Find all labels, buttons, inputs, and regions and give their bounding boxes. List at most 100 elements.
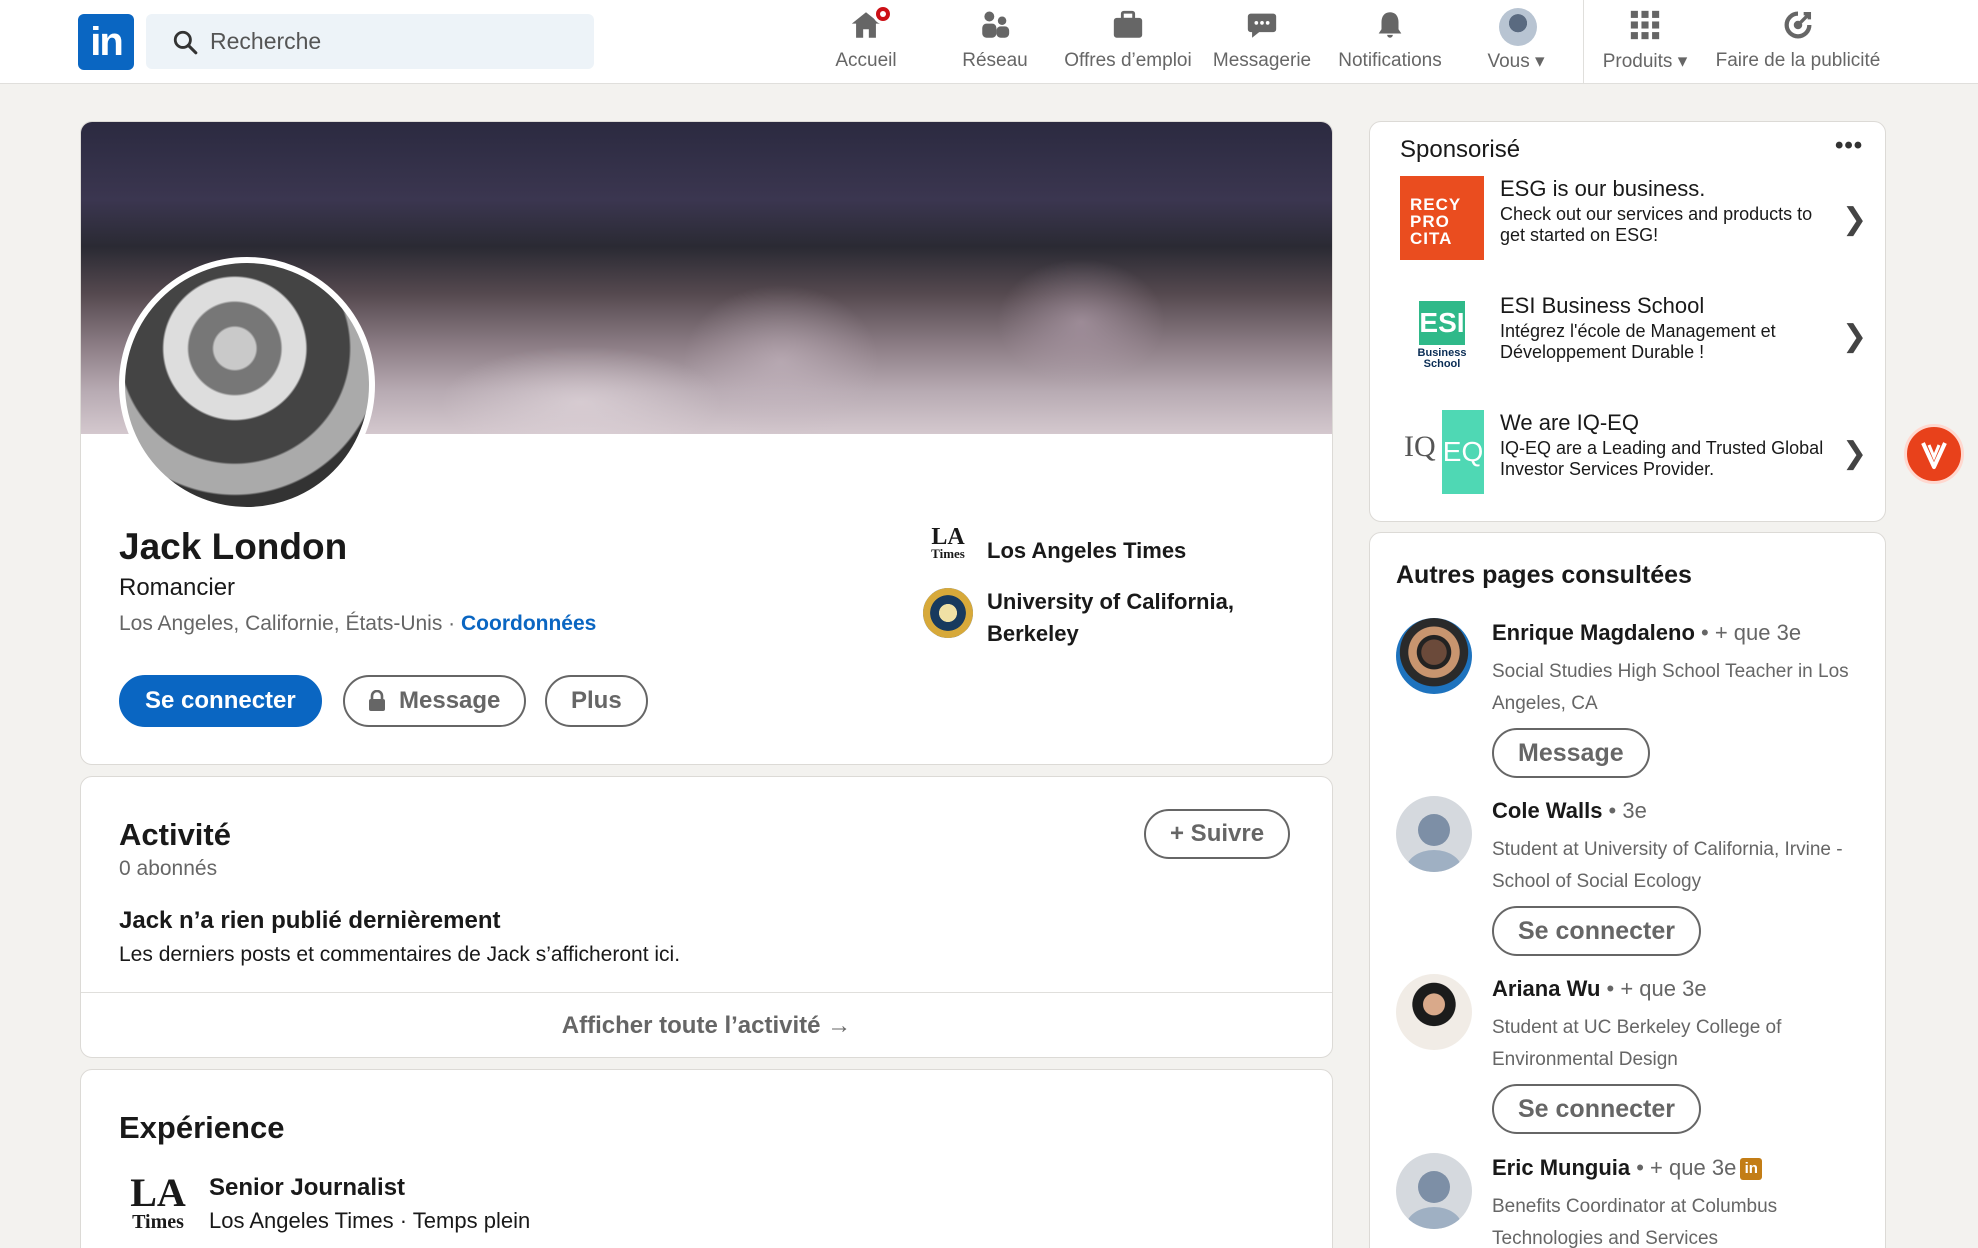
ad-headline: ESG is our business.	[1500, 176, 1706, 201]
ad-item[interactable]: IQ EQ We are IQ-EQ IQ-EQ are a Leading a…	[1400, 410, 1870, 500]
person-headline: Benefits Coordinator at Columbus Technol…	[1492, 1196, 1778, 1248]
more-button[interactable]: Plus	[545, 675, 648, 727]
profile-photo[interactable]	[119, 257, 375, 513]
search-box[interactable]	[146, 14, 594, 69]
search-input[interactable]	[210, 14, 580, 69]
leaf-icon	[1921, 442, 1947, 469]
nav-advertise-label: Faire de la publicité	[1715, 50, 1881, 71]
org-current-company[interactable]: Los Angeles Times	[987, 535, 1186, 567]
person-name: Cole Walls	[1492, 798, 1603, 823]
ad-logo-text: ESI	[1419, 301, 1465, 345]
connection-degree: • + que 3e	[1600, 976, 1707, 1001]
premium-badge-icon: in	[1740, 1158, 1763, 1181]
sponsored-title: Sponsorisé	[1400, 136, 1521, 163]
people-also-viewed-title: Autres pages consultées	[1396, 561, 1692, 589]
profile-location-line: Los Angeles, Californie, États-Unis · Co…	[119, 612, 596, 636]
nav-notifications[interactable]: Notifications	[1330, 8, 1450, 78]
person-name-line[interactable]: Eric Munguia • + que 3e in	[1492, 1155, 1763, 1181]
message-button[interactable]: Message	[1492, 728, 1650, 778]
ad-headline: ESI Business School	[1500, 293, 1705, 318]
person-name-line[interactable]: Cole Walls • 3e	[1492, 798, 1647, 824]
browser-extension-button[interactable]	[1904, 424, 1964, 484]
avatar[interactable]	[1396, 796, 1472, 872]
me-avatar	[1499, 8, 1537, 46]
network-icon	[978, 8, 1012, 42]
person-name: Ariana Wu	[1492, 976, 1601, 1001]
la-times-logo: LA Times	[123, 1173, 193, 1245]
advertise-icon	[1781, 8, 1815, 42]
connect-button[interactable]: Se connecter	[119, 675, 322, 727]
uc-berkeley-seal	[923, 588, 973, 638]
nav-network[interactable]: Réseau	[950, 8, 1040, 78]
person-name: Enrique Magdaleno	[1492, 620, 1695, 645]
la-times-logo-sub: Times	[931, 546, 965, 561]
ad-item[interactable]: RECY PRO CITA ESG is our business. Check…	[1400, 176, 1870, 266]
nav-advertise[interactable]: Faire de la publicité	[1706, 8, 1890, 78]
nav-notifications-label: Notifications	[1338, 50, 1442, 71]
show-all-activity-link[interactable]: Afficher toute l’activité →	[81, 992, 1332, 1057]
person-name: Eric Munguia	[1492, 1155, 1631, 1180]
nav-products-label: Produits ▾	[1602, 51, 1688, 72]
nav-products[interactable]: Produits ▾	[1590, 8, 1700, 78]
exp-logo-text: LA	[130, 1170, 186, 1215]
exp-logo-sub: Times	[132, 1211, 184, 1233]
ad-body: IQ-EQ are a Leading and Trusted Global I…	[1500, 438, 1824, 479]
chevron-right-icon: ❯	[1842, 203, 1868, 236]
nav-divider	[1583, 0, 1584, 84]
activity-empty-title: Jack n’a rien publié dernièrement	[119, 907, 501, 934]
person-headline: Student at University of California, Irv…	[1492, 839, 1843, 892]
ad-body: Intégrez l'école de Management et Dévelo…	[1500, 321, 1776, 362]
nav-jobs[interactable]: Offres d’emploi	[1058, 8, 1198, 78]
experience-title: Expérience	[119, 1110, 285, 1145]
messaging-icon	[1245, 8, 1279, 42]
profile-name: Jack London	[119, 526, 348, 567]
nav-home-label: Accueil	[835, 50, 897, 71]
ad-headline: We are IQ-EQ	[1500, 410, 1639, 435]
ad-logo: RECY PRO CITA	[1400, 176, 1484, 260]
la-times-logo: LA Times	[923, 525, 973, 577]
profile-location: Los Angeles, Californie, États-Unis	[119, 612, 443, 635]
connect-button[interactable]: Se connecter	[1492, 1084, 1702, 1134]
avatar[interactable]	[1396, 618, 1472, 694]
person-headline: Student at UC Berkeley College of Enviro…	[1492, 1017, 1782, 1070]
bell-icon	[1373, 8, 1407, 42]
experience-item-company: Los Angeles Times · Temps plein	[209, 1208, 531, 1233]
linkedin-logo[interactable]: in	[78, 14, 134, 70]
avatar[interactable]	[1396, 1153, 1472, 1229]
person-name-line[interactable]: Enrique Magdaleno • + que 3e	[1492, 620, 1801, 646]
separator: ·	[442, 612, 461, 635]
contact-info-link[interactable]: Coordonnées	[461, 612, 596, 635]
nav-me[interactable]: Vous ▾	[1466, 8, 1566, 78]
person-headline: Social Studies High School Teacher in Lo…	[1492, 661, 1849, 714]
nav-messaging-label: Messagerie	[1212, 50, 1312, 71]
grid-icon	[1628, 8, 1662, 42]
connect-button[interactable]: Se connecter	[1492, 906, 1702, 956]
notification-dot	[873, 4, 893, 24]
search-icon	[173, 30, 198, 55]
activity-empty-text: Les derniers posts et commentaires de Ja…	[119, 943, 681, 966]
experience-card: Expérience LA Times Senior Journalist Los…	[80, 1069, 1333, 1248]
nav-me-label: Vous ▾	[1487, 51, 1545, 72]
nav-jobs-label: Offres d’emploi	[1064, 50, 1192, 71]
more-options-icon[interactable]: •••	[1835, 132, 1863, 160]
nav-home[interactable]: Accueil	[818, 4, 914, 78]
connection-degree: • 3e	[1602, 798, 1647, 823]
chevron-right-icon: ❯	[1842, 320, 1868, 353]
ad-item[interactable]: ESI Business School ESI Business School …	[1400, 293, 1870, 383]
nav-messaging[interactable]: Messagerie	[1208, 8, 1316, 78]
org-education[interactable]: University of California, Berkeley	[987, 586, 1267, 650]
activity-title: Activité	[119, 817, 231, 852]
people-also-viewed-card: Autres pages consultées Enrique Magdalen…	[1369, 532, 1886, 1248]
avatar[interactable]	[1396, 974, 1472, 1050]
briefcase-icon	[1111, 8, 1145, 42]
message-button[interactable]: Message	[343, 675, 527, 727]
lock-icon	[369, 690, 385, 711]
ad-logo-sub: Business School	[1417, 347, 1467, 370]
ad-logo-text-2: EQ	[1442, 410, 1484, 494]
sponsored-card: Sponsorisé ••• RECY PRO CITA ESG is our …	[1369, 121, 1886, 522]
person-name-line[interactable]: Ariana Wu • + que 3e	[1492, 976, 1707, 1002]
ad-logo: ESI Business School	[1400, 293, 1484, 377]
nav-network-label: Réseau	[962, 50, 1028, 71]
connection-degree: • + que 3e	[1694, 620, 1802, 645]
follow-button[interactable]: + Suivre	[1144, 809, 1291, 859]
